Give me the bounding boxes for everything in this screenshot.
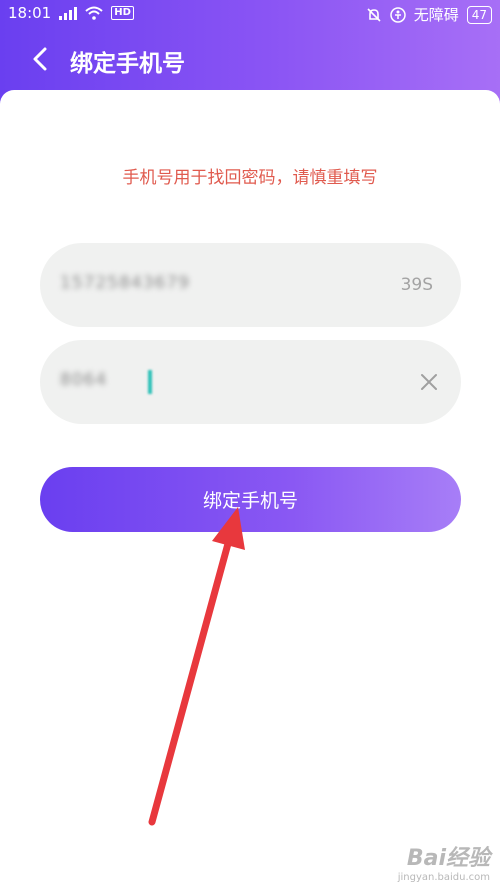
hd-badge: HD	[111, 6, 134, 20]
status-bar: 18:01 HD 无障碍 47	[0, 0, 500, 28]
wifi-icon	[85, 6, 103, 20]
verification-code-field[interactable]: 8064	[40, 340, 461, 424]
watermark-brand: Bai经验	[406, 846, 490, 871]
top-navigation: 绑定手机号	[0, 36, 500, 82]
accessibility-label: 无障碍	[413, 6, 459, 24]
status-left: 18:01 HD	[8, 4, 134, 22]
bell-muted-icon	[367, 7, 381, 22]
status-time: 18:01	[8, 4, 52, 22]
accessibility-icon	[389, 6, 406, 23]
notice-text: 手机号用于找回密码，请慎重填写	[122, 168, 378, 188]
text-cursor	[148, 370, 152, 394]
code-input-value[interactable]: 8064	[60, 370, 107, 390]
clear-icon[interactable]	[419, 372, 439, 392]
battery-indicator: 47	[466, 5, 492, 24]
bind-phone-button[interactable]: 绑定手机号	[40, 467, 461, 532]
back-arrow-icon[interactable]	[28, 46, 54, 72]
page-title: 绑定手机号	[70, 51, 185, 77]
resend-countdown: 39S	[400, 275, 433, 295]
phone-field[interactable]: 15725843679 39S	[40, 243, 461, 327]
watermark: Bai经验 jingyan.baidu.com	[398, 840, 490, 883]
status-right: 无障碍 47	[366, 4, 492, 25]
watermark-url: jingyan.baidu.com	[397, 872, 490, 883]
signal-icon	[59, 6, 78, 20]
phone-input-value[interactable]: 15725843679	[60, 273, 190, 293]
